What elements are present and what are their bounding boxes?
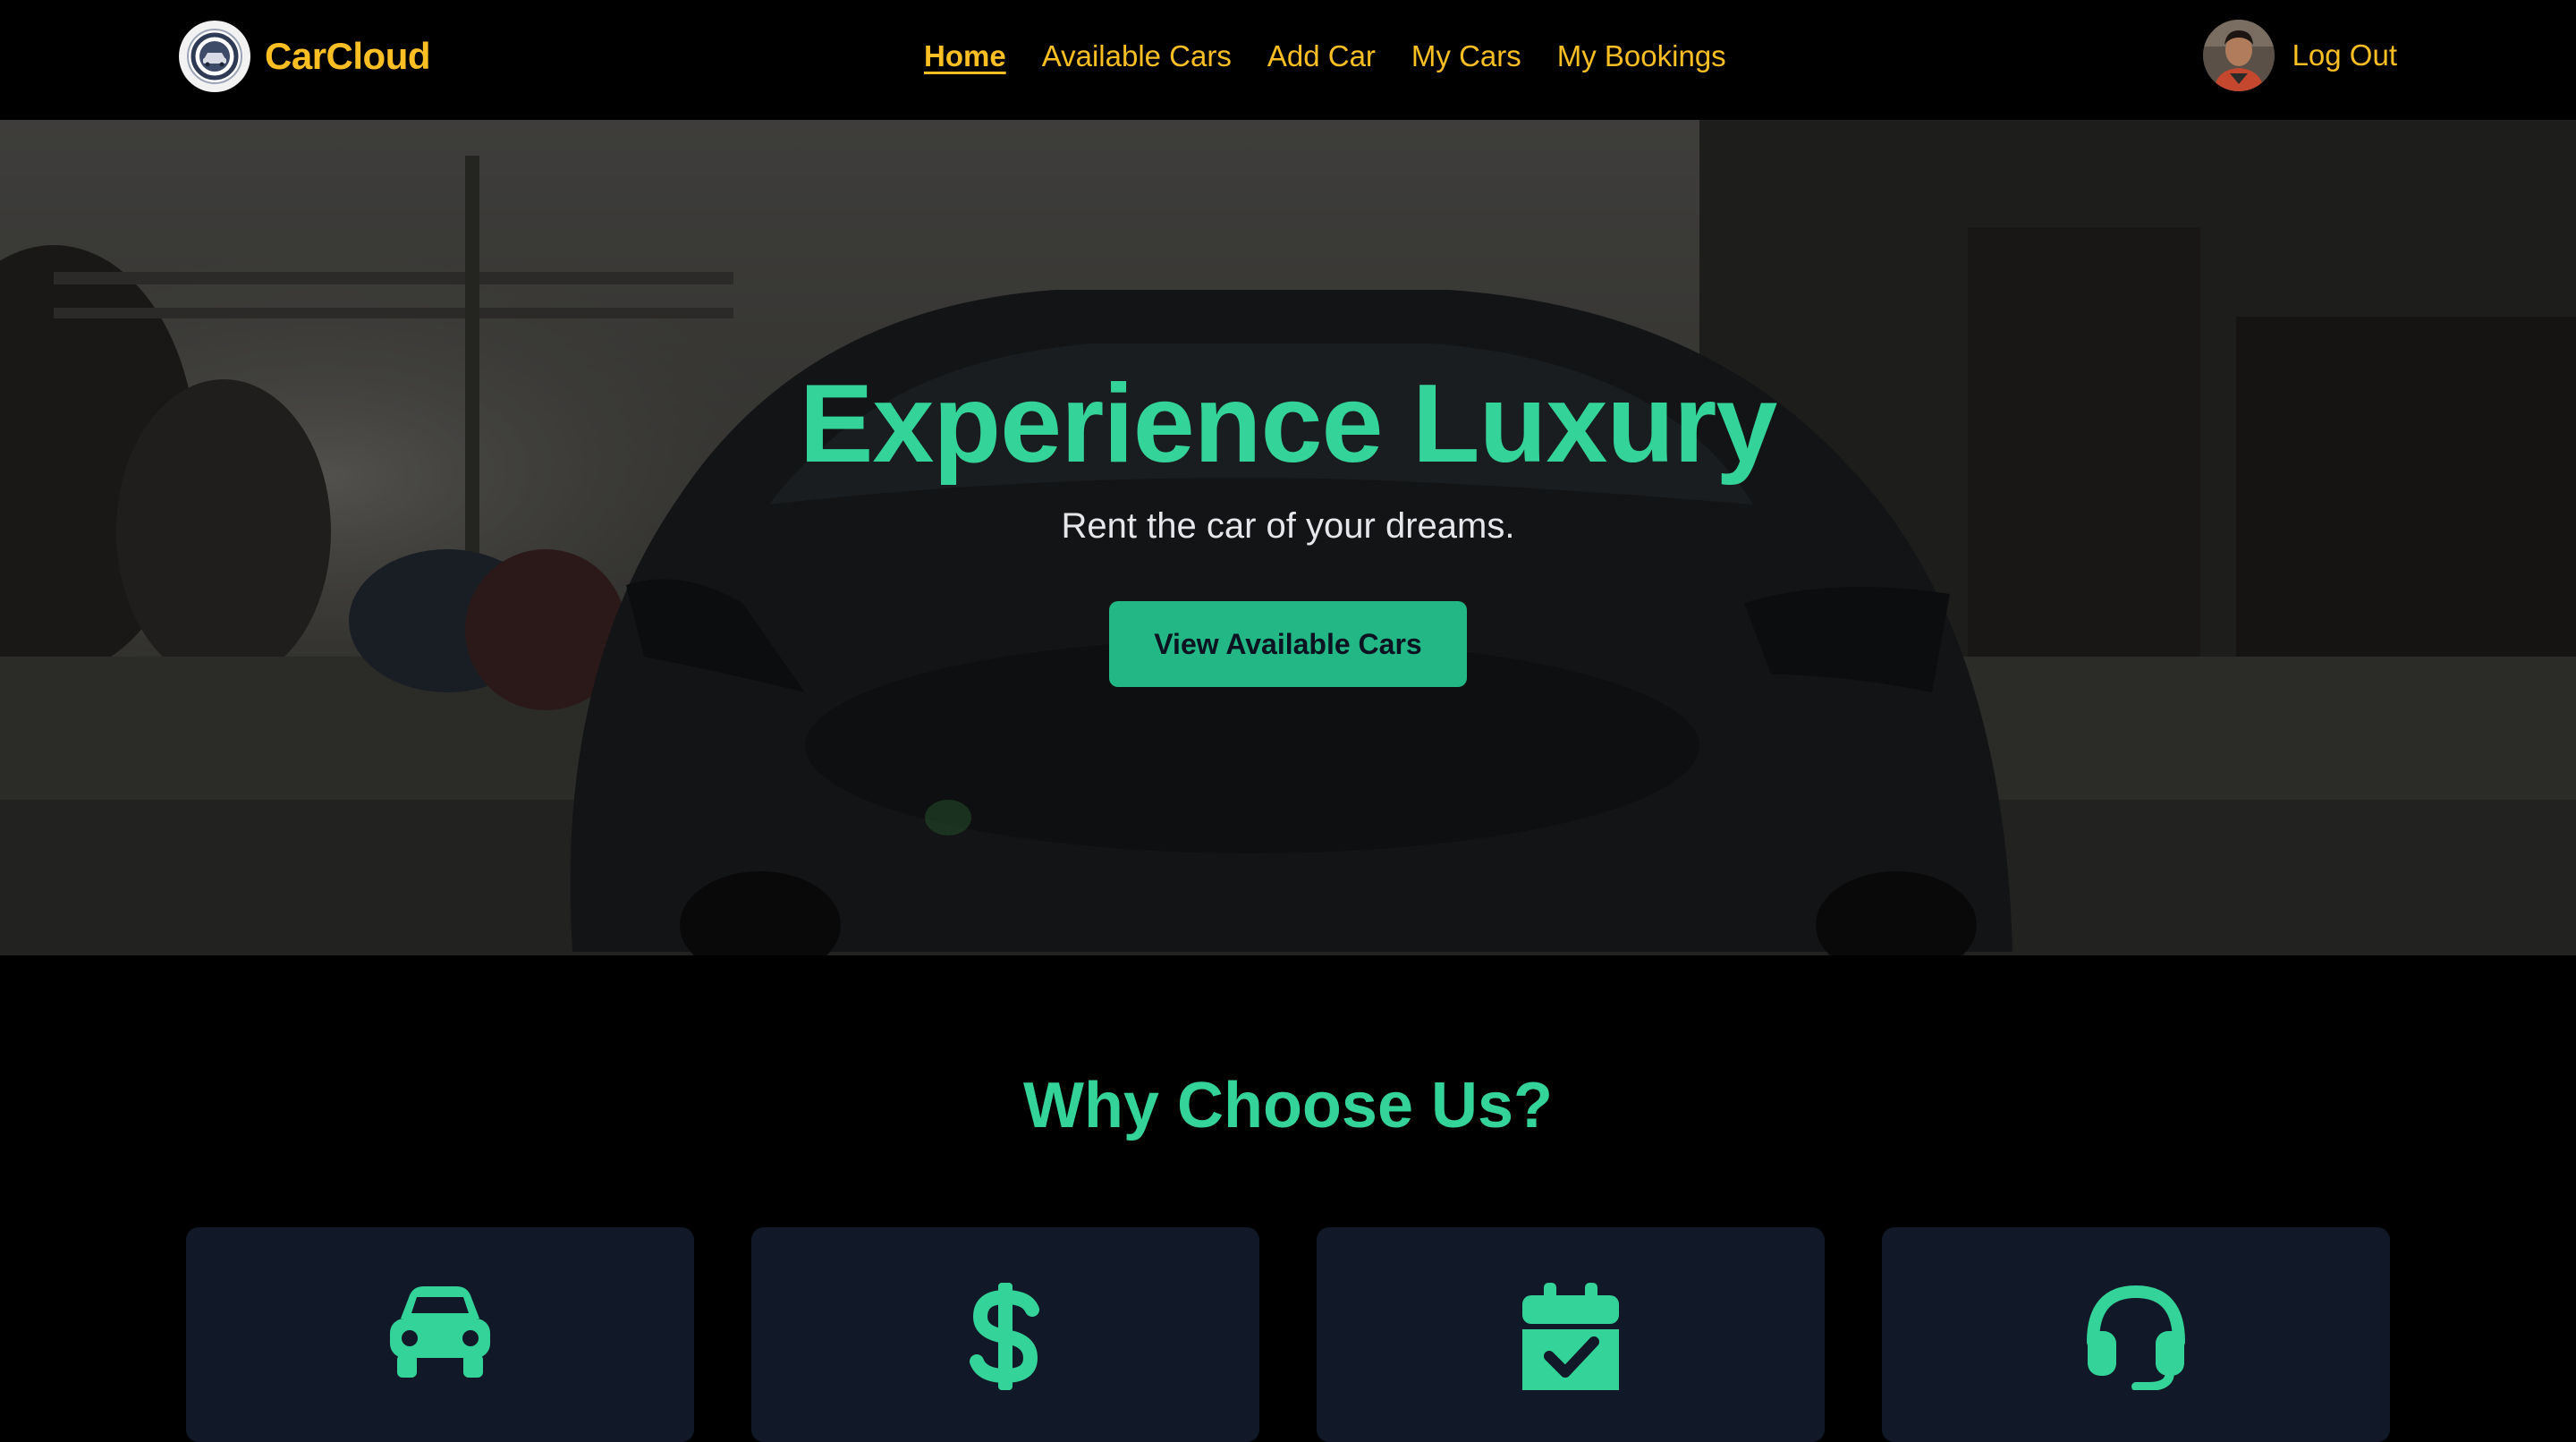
nav-link-available-cars[interactable]: Available Cars [1042, 34, 1232, 79]
hero-subtitle: Rent the car of your dreams. [1061, 506, 1515, 546]
nav-link-my-bookings[interactable]: My Bookings [1557, 34, 1726, 79]
hero-content: Experience Luxury Rent the car of your d… [0, 361, 2576, 687]
car-icon [390, 1286, 490, 1378]
feature-card [1317, 1227, 1825, 1442]
view-available-cars-button[interactable]: View Available Cars [1109, 601, 1467, 687]
nav-link-home[interactable]: Home [924, 34, 1006, 79]
navbar: CarCloud Home Available Cars Add Car My … [0, 0, 2576, 120]
headset-icon [2087, 1285, 2185, 1390]
main-nav: Home Available Cars Add Car My Cars My B… [924, 34, 1726, 79]
user-area: Log Out [2202, 20, 2397, 91]
user-avatar[interactable] [2202, 20, 2275, 91]
calendar-check-icon [1522, 1283, 1619, 1390]
brand-name: CarCloud [265, 35, 431, 77]
hero-section: Experience Luxury Rent the car of your d… [0, 120, 2576, 955]
nav-link-my-cars[interactable]: My Cars [1411, 34, 1521, 79]
car-club-emblem-icon [179, 21, 250, 92]
brand-link[interactable]: CarCloud [179, 20, 431, 93]
nav-link-add-car[interactable]: Add Car [1267, 34, 1376, 79]
feature-card [1882, 1227, 2390, 1442]
dollar-icon [970, 1283, 1039, 1390]
hero-title: Experience Luxury [799, 362, 1778, 486]
feature-card [186, 1227, 694, 1442]
logout-link[interactable]: Log Out [2292, 38, 2397, 72]
section-title: Why Choose Us? [1022, 1070, 1554, 1141]
feature-card [751, 1227, 1259, 1442]
why-choose-us-section: Why Choose Us? [0, 955, 2576, 1442]
